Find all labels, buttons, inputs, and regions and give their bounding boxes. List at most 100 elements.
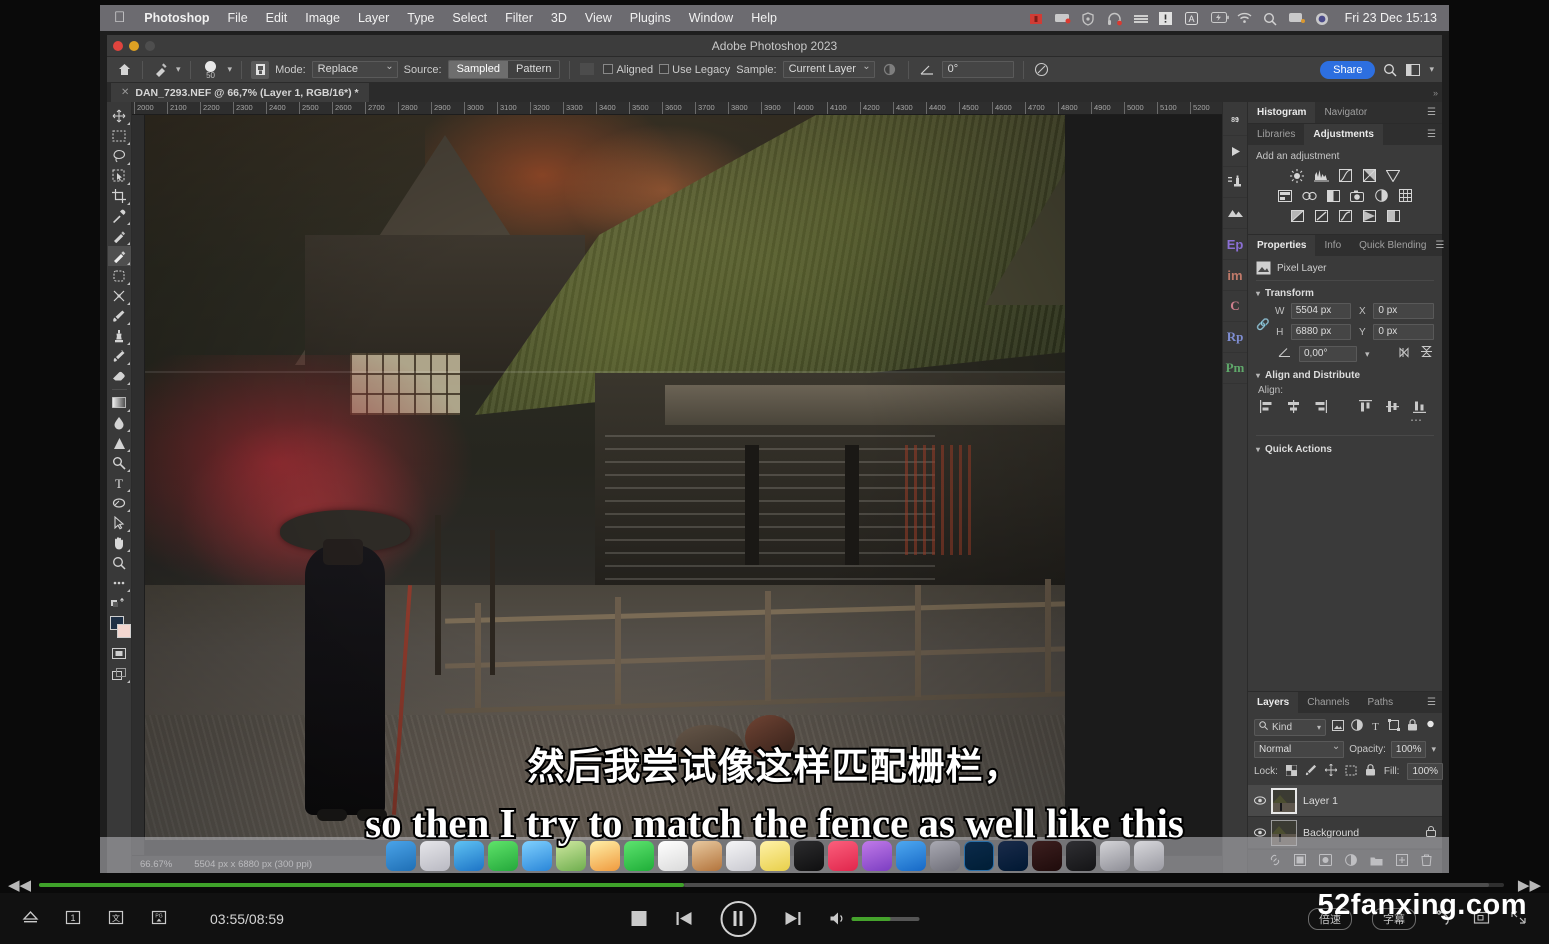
- y-input[interactable]: 0 px: [1373, 324, 1435, 340]
- tab-histogram[interactable]: Histogram: [1248, 102, 1316, 123]
- threshold-icon[interactable]: [1338, 208, 1353, 223]
- healing-brush-icon[interactable]: [152, 61, 170, 79]
- menu-filter[interactable]: Filter: [496, 5, 542, 31]
- tv-icon[interactable]: [793, 841, 824, 871]
- panel-menu-icon[interactable]: ☰: [1435, 235, 1449, 256]
- selective-color-icon[interactable]: [1386, 208, 1401, 223]
- content-aware-move-tool[interactable]: [108, 286, 131, 306]
- quick-mask-icon[interactable]: [108, 644, 131, 664]
- lock-image-pixels-icon[interactable]: [1305, 764, 1317, 779]
- direct-selection-tool[interactable]: [108, 513, 131, 533]
- menu-window[interactable]: Window: [680, 5, 742, 31]
- chevron-down-icon[interactable]: ▾: [176, 64, 181, 75]
- layer-name[interactable]: Layer 1: [1303, 795, 1338, 807]
- menu-select[interactable]: Select: [443, 5, 496, 31]
- sample-select[interactable]: Current Layer: [782, 59, 875, 78]
- crop-tool[interactable]: [108, 186, 131, 206]
- transform-section-header[interactable]: ▾ Transform: [1256, 288, 1434, 299]
- music-icon[interactable]: [827, 841, 858, 871]
- clone-stamp-tool[interactable]: [108, 326, 131, 346]
- menu-image[interactable]: Image: [296, 5, 349, 31]
- gradient-tool[interactable]: [108, 393, 131, 413]
- panel-menu-icon[interactable]: ☰: [1427, 124, 1442, 145]
- input-source-a-icon[interactable]: A: [1184, 11, 1201, 25]
- eject-icon[interactable]: [22, 910, 39, 927]
- source-segmented-control[interactable]: Sampled Pattern: [447, 60, 561, 79]
- screen-mode-icon[interactable]: [108, 664, 131, 684]
- chevron-down-icon[interactable]: ▾: [1429, 64, 1434, 75]
- menu-3d[interactable]: 3D: [542, 5, 576, 31]
- chevron-down-icon[interactable]: ▾: [1256, 371, 1260, 380]
- subtitle-track-icon[interactable]: 文: [108, 910, 125, 927]
- chevron-down-icon[interactable]: ▾: [228, 64, 233, 75]
- vibrance-icon[interactable]: [1386, 168, 1401, 183]
- opacity-value[interactable]: 100%: [1390, 741, 1427, 758]
- blur-tool[interactable]: [108, 413, 131, 433]
- siri-icon[interactable]: [1315, 12, 1331, 25]
- width-input[interactable]: 5504 px: [1290, 303, 1352, 319]
- chevron-down-icon[interactable]: ▾: [1365, 349, 1370, 360]
- tab-adjustments[interactable]: Adjustments: [1304, 124, 1383, 145]
- background-color-swatch[interactable]: [116, 624, 131, 638]
- chapter-1-icon[interactable]: 1: [65, 910, 82, 927]
- filter-shape-icon[interactable]: [1388, 718, 1400, 736]
- angle-input[interactable]: 0°: [941, 61, 1014, 78]
- hand-tool[interactable]: [108, 533, 131, 553]
- color-lookup-icon[interactable]: [1398, 188, 1413, 203]
- pattern-preview-icon[interactable]: [579, 61, 597, 79]
- canvas-area[interactable]: 2000 2100 2200 2300 2400 2500 2600 2700 2800 2900…: [132, 102, 1222, 873]
- patch-tool[interactable]: [108, 266, 131, 286]
- color-balance-icon[interactable]: [1301, 188, 1317, 203]
- wifi-icon[interactable]: [1237, 12, 1253, 25]
- calendar-icon[interactable]: [657, 841, 688, 871]
- type-tool[interactable]: T: [108, 473, 131, 493]
- presets-icon[interactable]: [1222, 167, 1248, 198]
- brush-size-picker[interactable]: 50: [200, 60, 222, 79]
- macos-dock[interactable]: [100, 837, 1449, 873]
- source-pattern-option[interactable]: Pattern: [508, 61, 559, 78]
- blend-mode-select[interactable]: Normal: [1254, 739, 1345, 758]
- ignore-adjustment-layers-icon[interactable]: [881, 61, 899, 79]
- contacts-icon[interactable]: [691, 841, 722, 871]
- eraser-tool[interactable]: [108, 366, 131, 386]
- healing-brush-tool[interactable]: [107, 246, 131, 266]
- messages-icon[interactable]: [487, 841, 518, 871]
- hue-saturation-icon[interactable]: [1278, 188, 1293, 203]
- landscape-icon[interactable]: [1222, 198, 1248, 229]
- checkbox-box[interactable]: [659, 63, 670, 74]
- invert-icon[interactable]: [1290, 208, 1305, 223]
- height-input[interactable]: 6880 px: [1290, 324, 1352, 340]
- align-bottom-icon[interactable]: [1413, 400, 1426, 413]
- appstore-icon[interactable]: [895, 841, 926, 871]
- curves-icon[interactable]: [1338, 168, 1353, 183]
- edit-toolbar-tool[interactable]: [108, 573, 131, 593]
- layer-thumbnail[interactable]: [1271, 787, 1297, 814]
- chevron-down-icon[interactable]: ▾: [1431, 744, 1436, 755]
- use-legacy-checkbox[interactable]: Use Legacy: [659, 63, 730, 76]
- vertical-ruler[interactable]: [132, 115, 145, 873]
- lock-all-icon[interactable]: [1365, 764, 1376, 779]
- lightroom-icon[interactable]: [997, 841, 1028, 871]
- source-sampled-option[interactable]: Sampled: [448, 61, 508, 78]
- photo-filter-icon[interactable]: [1350, 188, 1365, 203]
- seek-bar[interactable]: [39, 883, 1504, 887]
- x-input[interactable]: 0 px: [1373, 303, 1435, 319]
- brightness-contrast-icon[interactable]: [1290, 168, 1305, 183]
- plugin-c[interactable]: C: [1222, 291, 1248, 322]
- checkbox-box[interactable]: [603, 63, 614, 74]
- volume-icon[interactable]: [829, 911, 845, 926]
- plugin-rp[interactable]: Rp: [1222, 322, 1248, 353]
- layer-filter-kind[interactable]: Kind ▾: [1254, 718, 1326, 736]
- reminders-icon[interactable]: [725, 841, 756, 871]
- safari-icon[interactable]: [453, 841, 484, 871]
- foreground-background-color-swatch[interactable]: [108, 616, 131, 640]
- lasso-tool[interactable]: [108, 146, 131, 166]
- align-right-icon[interactable]: [1314, 400, 1327, 413]
- menu-view[interactable]: View: [576, 5, 621, 31]
- photos-icon[interactable]: [589, 841, 620, 871]
- stop-icon[interactable]: [630, 910, 647, 927]
- podcasts-icon[interactable]: [861, 841, 892, 871]
- maps-icon[interactable]: [555, 841, 586, 871]
- capture-one-icon[interactable]: [1065, 841, 1096, 871]
- align-left-icon[interactable]: [1260, 400, 1273, 413]
